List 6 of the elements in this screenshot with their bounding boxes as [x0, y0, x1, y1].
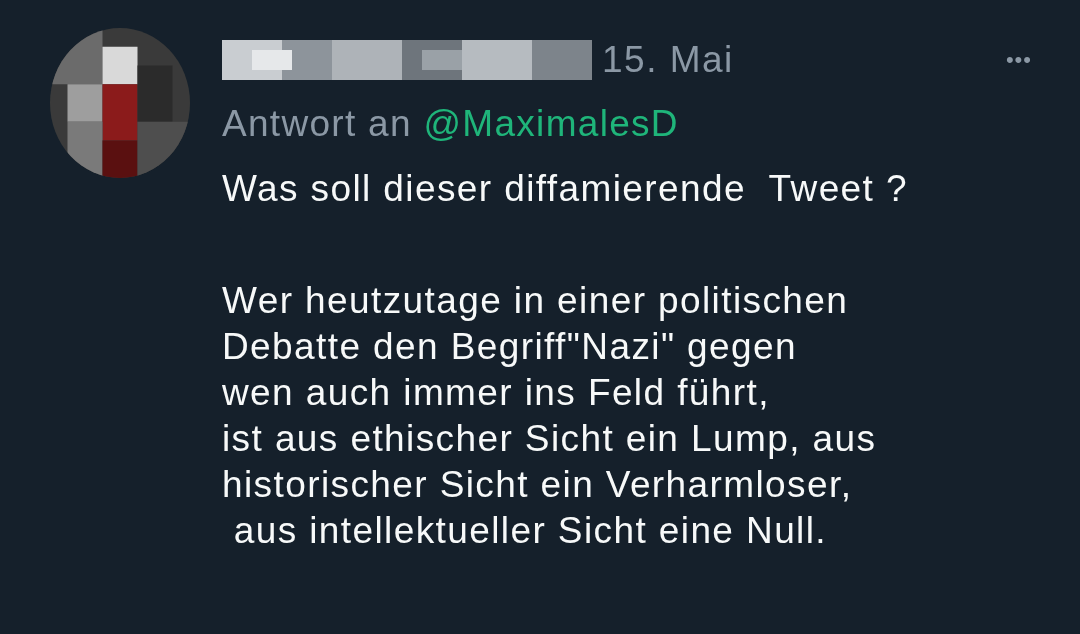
more-menu-button[interactable]: ••• — [1005, 47, 1032, 73]
user-mention-link[interactable]: @MaximalesD — [423, 103, 679, 144]
tweet-date[interactable]: 15. Mai — [602, 39, 734, 81]
reply-to-text: Antwort an @MaximalesD — [222, 102, 680, 146]
tweet-paragraph: Wer heutzutage in einer politischen Debatte den Begriff"Nazi" gegen wen auch immer ins Feld führt, ist aus ethischer Sicht ein Lump, aus historischer Sicht ein Verharmloser, aus intellektueller Sicht eine Null. — [222, 279, 878, 553]
tweet-paragraph: Was soll dieser diffamierende Tweet ? — [222, 167, 909, 211]
